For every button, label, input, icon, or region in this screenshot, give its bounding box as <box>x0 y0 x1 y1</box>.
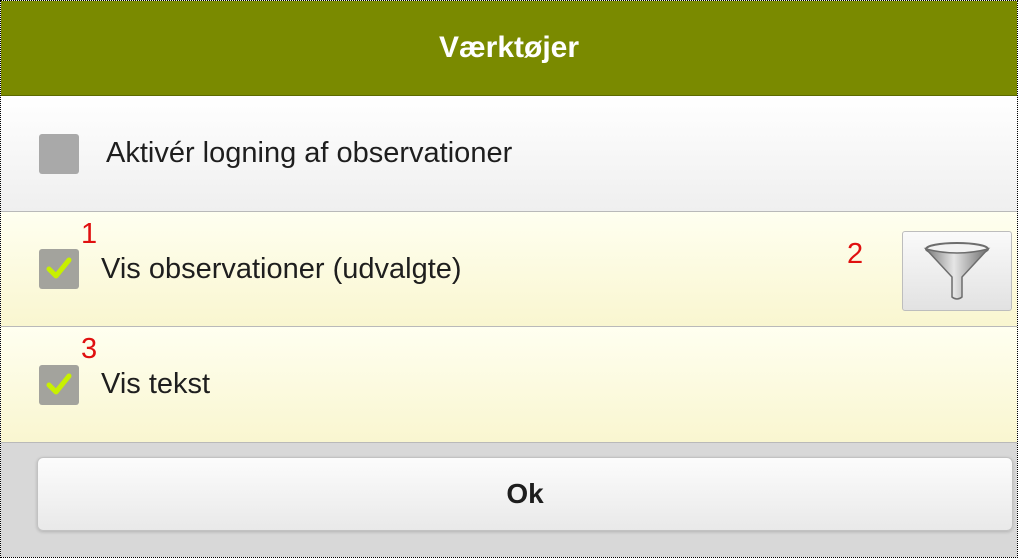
tools-dialog: Værktøjer Aktivér logning af observation… <box>0 0 1018 558</box>
annotation-marker: 2 <box>847 238 864 270</box>
filter-icon <box>923 242 991 300</box>
checkmark-icon <box>46 257 72 279</box>
dialog-footer: Ok <box>1 443 1017 557</box>
option-show-observations[interactable]: 1 Vis observationer (udvalgte) 2 <box>1 212 1017 327</box>
logging-checkbox[interactable] <box>39 133 79 174</box>
filter-button[interactable] <box>902 231 1012 311</box>
dialog-title: Værktøjer <box>1 1 1017 96</box>
checkmark-icon <box>46 373 72 394</box>
annotation-marker: 3 <box>81 333 98 365</box>
show-text-checkbox[interactable] <box>39 364 79 405</box>
ok-button[interactable]: Ok <box>37 457 1013 531</box>
option-show-text[interactable]: 3 Vis tekst <box>1 327 1017 443</box>
option-label: Vis tekst <box>101 368 211 400</box>
show-observations-checkbox[interactable] <box>39 249 79 289</box>
option-enable-logging[interactable]: Aktivér logning af observationer <box>1 96 1017 212</box>
annotation-marker: 1 <box>81 218 98 250</box>
option-label: Vis observationer (udvalgte) <box>101 252 462 285</box>
option-label: Aktivér logning af observationer <box>106 137 513 169</box>
